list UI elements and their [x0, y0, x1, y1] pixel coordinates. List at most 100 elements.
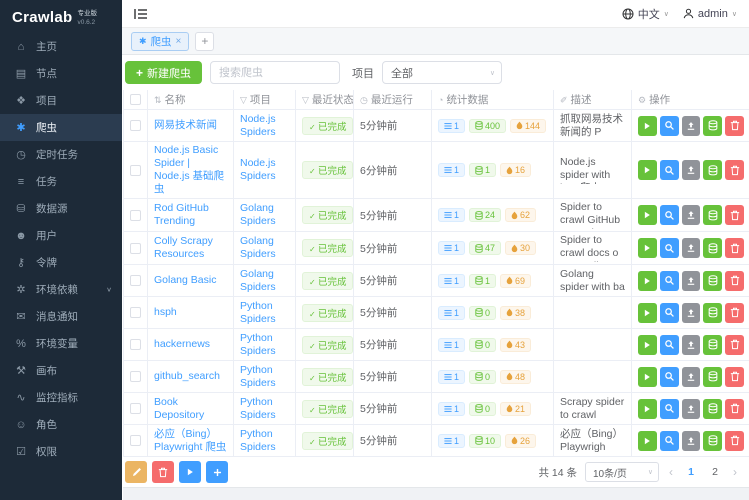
sidebar-item[interactable]: ✱ 爬虫: [0, 114, 122, 141]
delete-button[interactable]: [725, 160, 744, 180]
upload-button[interactable]: [681, 430, 701, 451]
run-button[interactable]: [638, 160, 657, 180]
project-link[interactable]: Python Spiders: [240, 332, 289, 358]
run-button[interactable]: [638, 205, 657, 225]
page-2-button[interactable]: 2: [707, 466, 723, 478]
bulk-delete-button[interactable]: [152, 461, 174, 483]
data-button[interactable]: [703, 366, 723, 387]
upload-button[interactable]: [681, 398, 701, 419]
sidebar-item[interactable]: ◷ 定时任务: [0, 141, 122, 168]
sidebar-item[interactable]: ⛁ 数据源: [0, 195, 122, 222]
new-spider-button[interactable]: + 新建爬虫: [125, 61, 203, 84]
project-link[interactable]: Python Spiders: [240, 396, 289, 422]
delete-button[interactable]: [725, 115, 744, 136]
view-button[interactable]: [659, 160, 679, 180]
project-link[interactable]: Python Spiders: [240, 300, 289, 326]
view-button[interactable]: [659, 238, 679, 258]
run-button[interactable]: [638, 334, 657, 355]
sidebar-item[interactable]: ≡ 任务: [0, 168, 122, 195]
next-page-button[interactable]: ›: [731, 465, 739, 479]
sidebar-item[interactable]: ☺ 角色: [0, 411, 122, 438]
project-link[interactable]: Golang Spiders: [240, 202, 289, 228]
row-checkbox[interactable]: [130, 339, 141, 351]
row-checkbox[interactable]: [130, 371, 141, 383]
view-button[interactable]: [659, 334, 679, 355]
bulk-run-button[interactable]: [179, 461, 201, 483]
spider-name-link[interactable]: Colly Scrapy Resources: [154, 235, 227, 261]
run-button[interactable]: [638, 398, 657, 419]
data-button[interactable]: [703, 270, 723, 291]
row-checkbox[interactable]: [130, 435, 141, 447]
bulk-create-button[interactable]: [206, 461, 228, 483]
upload-button[interactable]: [681, 205, 701, 225]
delete-button[interactable]: [725, 398, 744, 419]
delete-button[interactable]: [725, 334, 744, 355]
row-checkbox[interactable]: [130, 164, 141, 176]
upload-button[interactable]: [681, 238, 701, 258]
data-button[interactable]: [703, 398, 723, 419]
row-checkbox[interactable]: [130, 120, 141, 132]
data-button[interactable]: [703, 334, 723, 355]
delete-button[interactable]: [725, 366, 744, 387]
sidebar-item[interactable]: % 环境变量: [0, 330, 122, 357]
project-select[interactable]: 全部 ∨: [382, 61, 503, 84]
spider-name-link[interactable]: 必应（Bing）Playwright 爬虫: [154, 428, 227, 454]
project-link[interactable]: Node.js Spiders: [240, 113, 289, 139]
data-button[interactable]: [703, 115, 723, 136]
sidebar-item[interactable]: ✉ 消息通知: [0, 303, 122, 330]
spider-name-link[interactable]: github_search: [154, 370, 220, 383]
data-button[interactable]: [703, 302, 723, 323]
spider-name-link[interactable]: Golang Basic: [154, 274, 216, 287]
bulk-edit-button[interactable]: [125, 461, 147, 483]
run-button[interactable]: [638, 366, 657, 387]
delete-button[interactable]: [725, 270, 744, 291]
project-link[interactable]: Python Spiders: [240, 428, 289, 454]
row-checkbox[interactable]: [130, 403, 141, 415]
run-button[interactable]: [638, 270, 657, 291]
delete-button[interactable]: [725, 238, 744, 258]
data-button[interactable]: [703, 205, 723, 225]
upload-button[interactable]: [681, 302, 701, 323]
upload-button[interactable]: [681, 115, 701, 136]
view-button[interactable]: [659, 366, 679, 387]
spider-name-link[interactable]: hsph: [154, 306, 177, 319]
run-button[interactable]: [638, 302, 657, 323]
language-switcher[interactable]: 中文 ∨: [622, 6, 669, 22]
run-button[interactable]: [638, 238, 657, 258]
data-button[interactable]: [703, 160, 723, 180]
delete-button[interactable]: [725, 205, 744, 225]
sidebar-item[interactable]: ☑ 权限: [0, 438, 122, 465]
sidebar-item[interactable]: ❖ 项目: [0, 87, 122, 114]
view-button[interactable]: [659, 398, 679, 419]
upload-button[interactable]: [681, 366, 701, 387]
delete-button[interactable]: [725, 302, 744, 323]
sidebar-item[interactable]: ⌂ 主页: [0, 33, 122, 60]
project-link[interactable]: Golang Spiders: [240, 268, 289, 294]
view-button[interactable]: [659, 302, 679, 323]
filter-icon[interactable]: ▽: [240, 95, 247, 105]
search-input[interactable]: [210, 61, 341, 84]
user-menu[interactable]: admin ∨: [683, 8, 737, 20]
run-button[interactable]: [638, 115, 657, 136]
spider-name-link[interactable]: hackernews: [154, 338, 210, 351]
close-icon[interactable]: ×: [176, 36, 182, 47]
upload-button[interactable]: [681, 160, 701, 180]
spider-name-link[interactable]: 网易技术新闻: [154, 119, 217, 132]
prev-page-button[interactable]: ‹: [667, 465, 675, 479]
delete-button[interactable]: [725, 430, 744, 451]
sort-icon[interactable]: ⇅: [154, 95, 162, 105]
sidebar-collapse-icon[interactable]: [134, 8, 148, 20]
run-button[interactable]: [638, 430, 657, 451]
page-1-button[interactable]: 1: [683, 466, 699, 478]
spider-name-link[interactable]: Rod GitHub Trending: [154, 202, 227, 228]
filter-icon[interactable]: ▽: [302, 95, 309, 105]
project-link[interactable]: Golang Spiders: [240, 235, 289, 261]
data-button[interactable]: [703, 238, 723, 258]
data-button[interactable]: [703, 430, 723, 451]
sidebar-item[interactable]: ∿ 监控指标: [0, 384, 122, 411]
row-checkbox[interactable]: [130, 307, 141, 319]
sidebar-item[interactable]: ⚒ 画布: [0, 357, 122, 384]
add-tab-button[interactable]: +: [195, 31, 215, 51]
sidebar-item[interactable]: ☻ 用户: [0, 222, 122, 249]
tab-spiders[interactable]: ✱ 爬虫 ×: [131, 31, 190, 51]
